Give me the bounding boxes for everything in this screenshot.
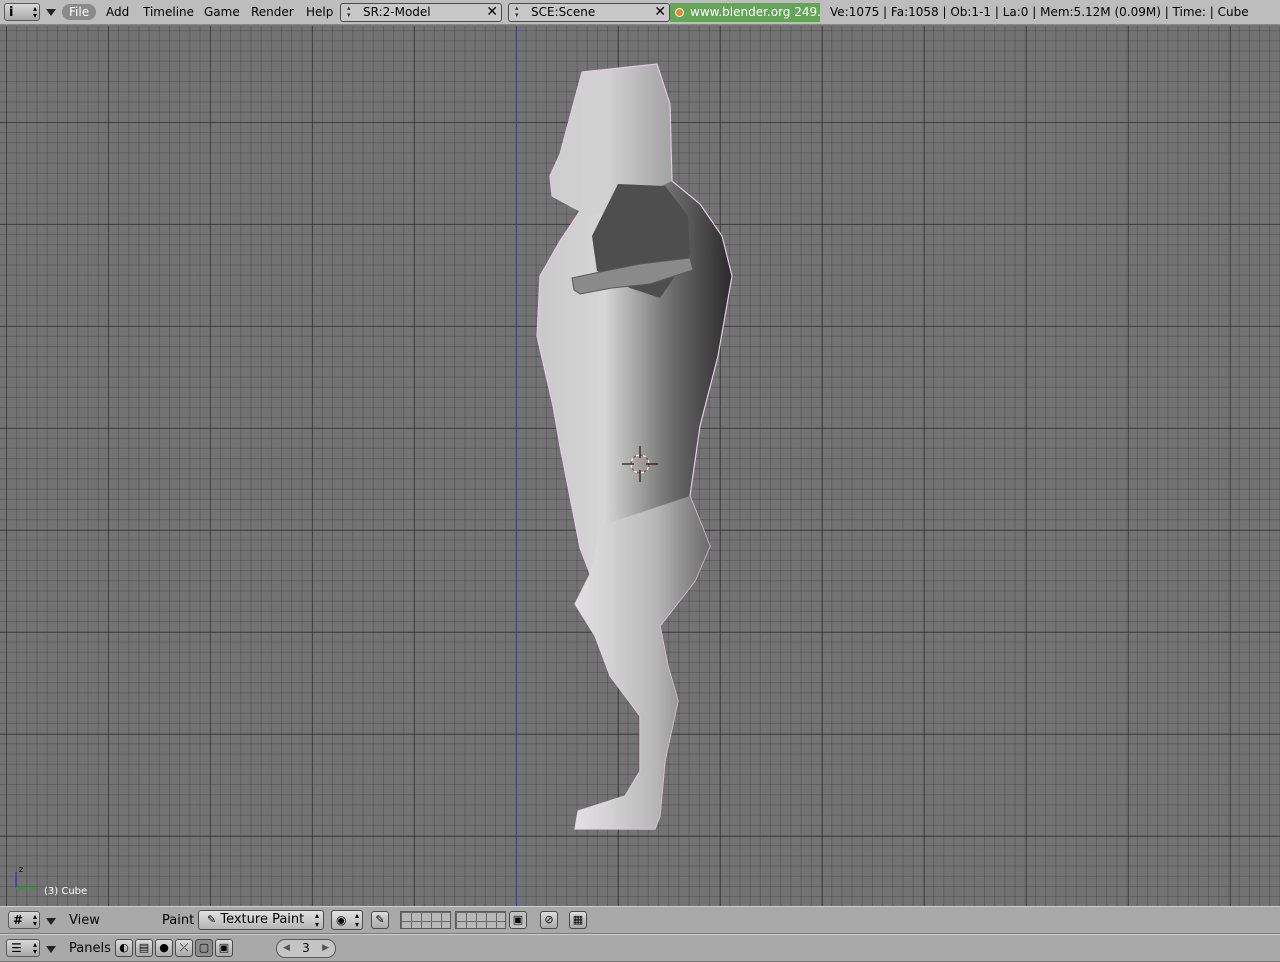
- buttons-window-header: ☰ ▴ ▾ Panels ◐ ▤ ● ⤫ ▢ ▣ ◀ 3 ▶: [0, 934, 1280, 962]
- updown-arrows-icon: ▴ ▾: [32, 940, 37, 956]
- logic-context-icon[interactable]: ◐: [115, 939, 133, 957]
- menu-timeline[interactable]: Timeline: [143, 5, 194, 19]
- render-preview-icon[interactable]: ▦: [569, 911, 587, 929]
- menu-render[interactable]: Render: [251, 5, 294, 19]
- menu-file[interactable]: File: [62, 4, 97, 20]
- view-axes-icon: z: [15, 865, 36, 889]
- menu-add[interactable]: Add: [106, 5, 129, 19]
- axis-label: z: [19, 865, 23, 874]
- grid-icon: #: [13, 913, 24, 927]
- collapse-menus-icon[interactable]: [46, 918, 56, 925]
- delete-scene-icon[interactable]: ✕: [654, 4, 666, 21]
- updown-arrows-icon: ▴ ▾: [515, 4, 519, 19]
- draw-type-selector[interactable]: ◉ ▴ ▾: [331, 910, 363, 930]
- site-text: www.blender.org 249.2: [690, 5, 820, 19]
- delete-screen-icon[interactable]: ✕: [486, 4, 498, 21]
- brush-icon: ✎: [207, 913, 217, 926]
- object-context-icon[interactable]: ⤫: [175, 939, 193, 957]
- 3d-view-header: # ▴ ▾ View Paint ✎ Texture Paint ▴ ▾ ◉ ▴ ▾ …: [0, 906, 1280, 934]
- updown-arrows-icon: ▴ ▾: [32, 4, 37, 20]
- blender-version-banner: www.blender.org 249.2: [670, 3, 820, 22]
- link-icon[interactable]: ⊘: [540, 911, 558, 929]
- menu-panels[interactable]: Panels: [69, 941, 111, 956]
- mode-value: Texture Paint: [220, 912, 305, 927]
- layer-buttons-1[interactable]: [400, 911, 451, 929]
- menu-paint[interactable]: Paint: [162, 913, 194, 928]
- updown-arrows-icon: ▴ ▾: [314, 911, 319, 929]
- menu-view[interactable]: View: [69, 913, 100, 928]
- scene-selector[interactable]: ▴ ▾ SCE:Scene ✕: [508, 3, 670, 22]
- collapse-menus-icon[interactable]: [46, 9, 56, 16]
- editor-type-button[interactable]: i ▴ ▾: [4, 3, 40, 21]
- buttons-window-icon: ☰: [11, 941, 22, 955]
- scene-name[interactable]: SCE:Scene: [531, 4, 595, 21]
- updown-arrows-icon: ▴ ▾: [347, 4, 351, 19]
- blender-logo-icon: [675, 8, 684, 17]
- current-frame-field[interactable]: ◀ 3 ▶: [276, 939, 336, 958]
- lock-icon[interactable]: ▣: [509, 911, 527, 929]
- active-object-label: (3) Cube: [44, 886, 88, 897]
- script-context-icon[interactable]: ▤: [135, 939, 153, 957]
- collapse-menus-icon[interactable]: [46, 946, 56, 953]
- layer-buttons-2[interactable]: [455, 911, 506, 929]
- info-icon: i: [9, 5, 14, 20]
- info-header: i ▴ ▾ File Add Timeline Game Render Help …: [0, 0, 1280, 25]
- 3d-cursor-icon[interactable]: [620, 444, 660, 484]
- editor-type-button[interactable]: ☰ ▴ ▾: [6, 939, 40, 957]
- editor-type-button[interactable]: # ▴ ▾: [8, 911, 40, 929]
- editing-context-icon[interactable]: ▢: [195, 939, 213, 957]
- scene-context-icon[interactable]: ▣: [215, 939, 233, 957]
- menu-help[interactable]: Help: [306, 5, 333, 19]
- shading-icon: ◉: [336, 913, 347, 927]
- decrement-arrow-icon[interactable]: ◀: [283, 940, 290, 957]
- scene-stats: Ve:1075 | Fa:1058 | Ob:1-1 | La:0 | Mem:…: [830, 5, 1249, 19]
- mode-selector[interactable]: ✎ Texture Paint ▴ ▾: [198, 910, 324, 930]
- frame-value: 3: [302, 941, 310, 955]
- shading-context-icon[interactable]: ●: [155, 939, 173, 957]
- pivot-icon[interactable]: ✎: [371, 911, 389, 929]
- updown-arrows-icon: ▴ ▾: [354, 911, 359, 929]
- menu-game[interactable]: Game: [204, 5, 240, 19]
- screen-selector[interactable]: ▴ ▾ SR:2-Model ✕: [340, 3, 502, 22]
- increment-arrow-icon[interactable]: ▶: [322, 940, 329, 957]
- updown-arrows-icon: ▴ ▾: [32, 912, 37, 928]
- 3d-viewport[interactable]: z (3) Cube: [0, 26, 1280, 906]
- screen-name[interactable]: SR:2-Model: [363, 4, 431, 21]
